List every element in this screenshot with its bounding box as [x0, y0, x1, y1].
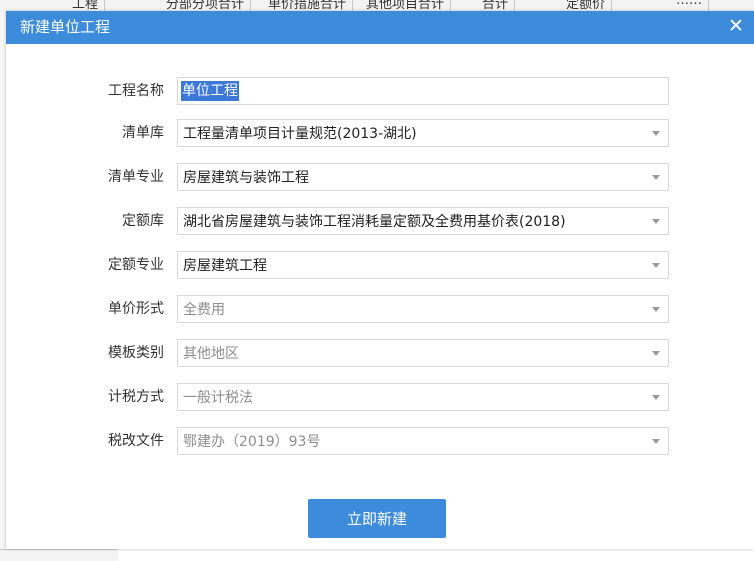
background-column-header: 合计 — [476, 0, 516, 12]
chevron-down-icon[interactable] — [652, 131, 660, 136]
bill-specialty-row: 清单专业 房屋建筑与装饰工程 — [6, 163, 754, 191]
project-name-field[interactable]: 单位工程 — [177, 77, 669, 105]
tax-method-select[interactable]: 一般计税法 — [177, 383, 669, 411]
chevron-down-icon[interactable] — [652, 307, 660, 312]
quota-library-label: 定额库 — [122, 213, 164, 229]
quota-specialty-row: 定额专业 房屋建筑工程 — [6, 251, 754, 279]
template-category-select[interactable]: 其他地区 — [177, 339, 669, 367]
quota-library-select[interactable]: 湖北省房屋建筑与装饰工程消耗量定额及全费用基价表(2018) — [177, 207, 669, 235]
chevron-down-icon[interactable] — [652, 395, 660, 400]
tax-method-value: 一般计税法 — [183, 390, 253, 406]
dialog-titlebar: 新建单位工程 ✕ — [6, 11, 754, 44]
tax-reform-document-select[interactable]: 鄂建办（2019）93号 — [177, 427, 669, 455]
project-name-label: 工程名称 — [108, 83, 164, 99]
template-category-value: 其他地区 — [183, 346, 239, 362]
tax-reform-document-row: 税改文件 鄂建办（2019）93号 — [6, 427, 754, 455]
bill-library-select[interactable]: 工程量清单项目计量规范(2013-湖北) — [177, 119, 669, 147]
background-table-footer — [0, 549, 118, 561]
bill-library-row: 清单库 工程量清单项目计量规范(2013-湖北) — [6, 119, 754, 147]
unit-price-form-label: 单价形式 — [108, 301, 164, 317]
tax-reform-document-value: 鄂建办（2019）93号 — [183, 434, 321, 450]
quota-specialty-value: 房屋建筑工程 — [183, 258, 267, 274]
background-column-header: 其他项目合计 — [360, 0, 452, 12]
unit-price-form-value: 全费用 — [183, 302, 225, 318]
background-column-header: …… — [670, 0, 709, 11]
chevron-down-icon[interactable] — [652, 439, 660, 444]
bill-specialty-value: 房屋建筑与装饰工程 — [183, 170, 309, 186]
chevron-down-icon[interactable] — [652, 351, 660, 356]
chevron-down-icon[interactable] — [652, 263, 660, 268]
tax-method-label: 计税方式 — [108, 389, 164, 405]
create-now-button[interactable]: 立即新建 — [308, 499, 446, 538]
chevron-down-icon[interactable] — [652, 219, 660, 224]
close-icon[interactable]: ✕ — [724, 14, 748, 38]
tax-reform-document-label: 税改文件 — [108, 433, 164, 449]
background-column-header: 定额价 — [560, 0, 613, 12]
project-name-input[interactable]: 单位工程 — [181, 81, 239, 101]
unit-price-form-select[interactable]: 全费用 — [177, 295, 669, 323]
new-unit-project-dialog: 新建单位工程 ✕ 工程名称 单位工程 清单库 工程量清单项目计量规范(2013-… — [6, 11, 754, 549]
bill-specialty-select[interactable]: 房屋建筑与装饰工程 — [177, 163, 669, 191]
template-category-label: 模板类别 — [108, 345, 164, 361]
chevron-down-icon[interactable] — [652, 175, 660, 180]
background-column-header: 单价措施合计 — [262, 0, 354, 12]
tax-method-row: 计税方式 一般计税法 — [6, 383, 754, 411]
bill-library-value: 工程量清单项目计量规范(2013-湖北) — [183, 126, 417, 142]
quota-specialty-select[interactable]: 房屋建筑工程 — [177, 251, 669, 279]
bill-specialty-label: 清单专业 — [108, 169, 164, 185]
quota-specialty-label: 定额专业 — [108, 257, 164, 273]
quota-library-row: 定额库 湖北省房屋建筑与装饰工程消耗量定额及全费用基价表(2018) — [6, 207, 754, 235]
template-category-row: 模板类别 其他地区 — [6, 339, 754, 367]
background-column-header: 工程 — [66, 0, 106, 12]
dialog-title: 新建单位工程 — [20, 18, 111, 36]
background-column-header: 分部分项合计 — [160, 0, 252, 12]
unit-price-form-row: 单价形式 全费用 — [6, 295, 754, 323]
bill-library-label: 清单库 — [122, 125, 164, 141]
quota-library-value: 湖北省房屋建筑与装饰工程消耗量定额及全费用基价表(2018) — [183, 214, 566, 230]
project-name-row: 工程名称 单位工程 — [6, 77, 754, 105]
